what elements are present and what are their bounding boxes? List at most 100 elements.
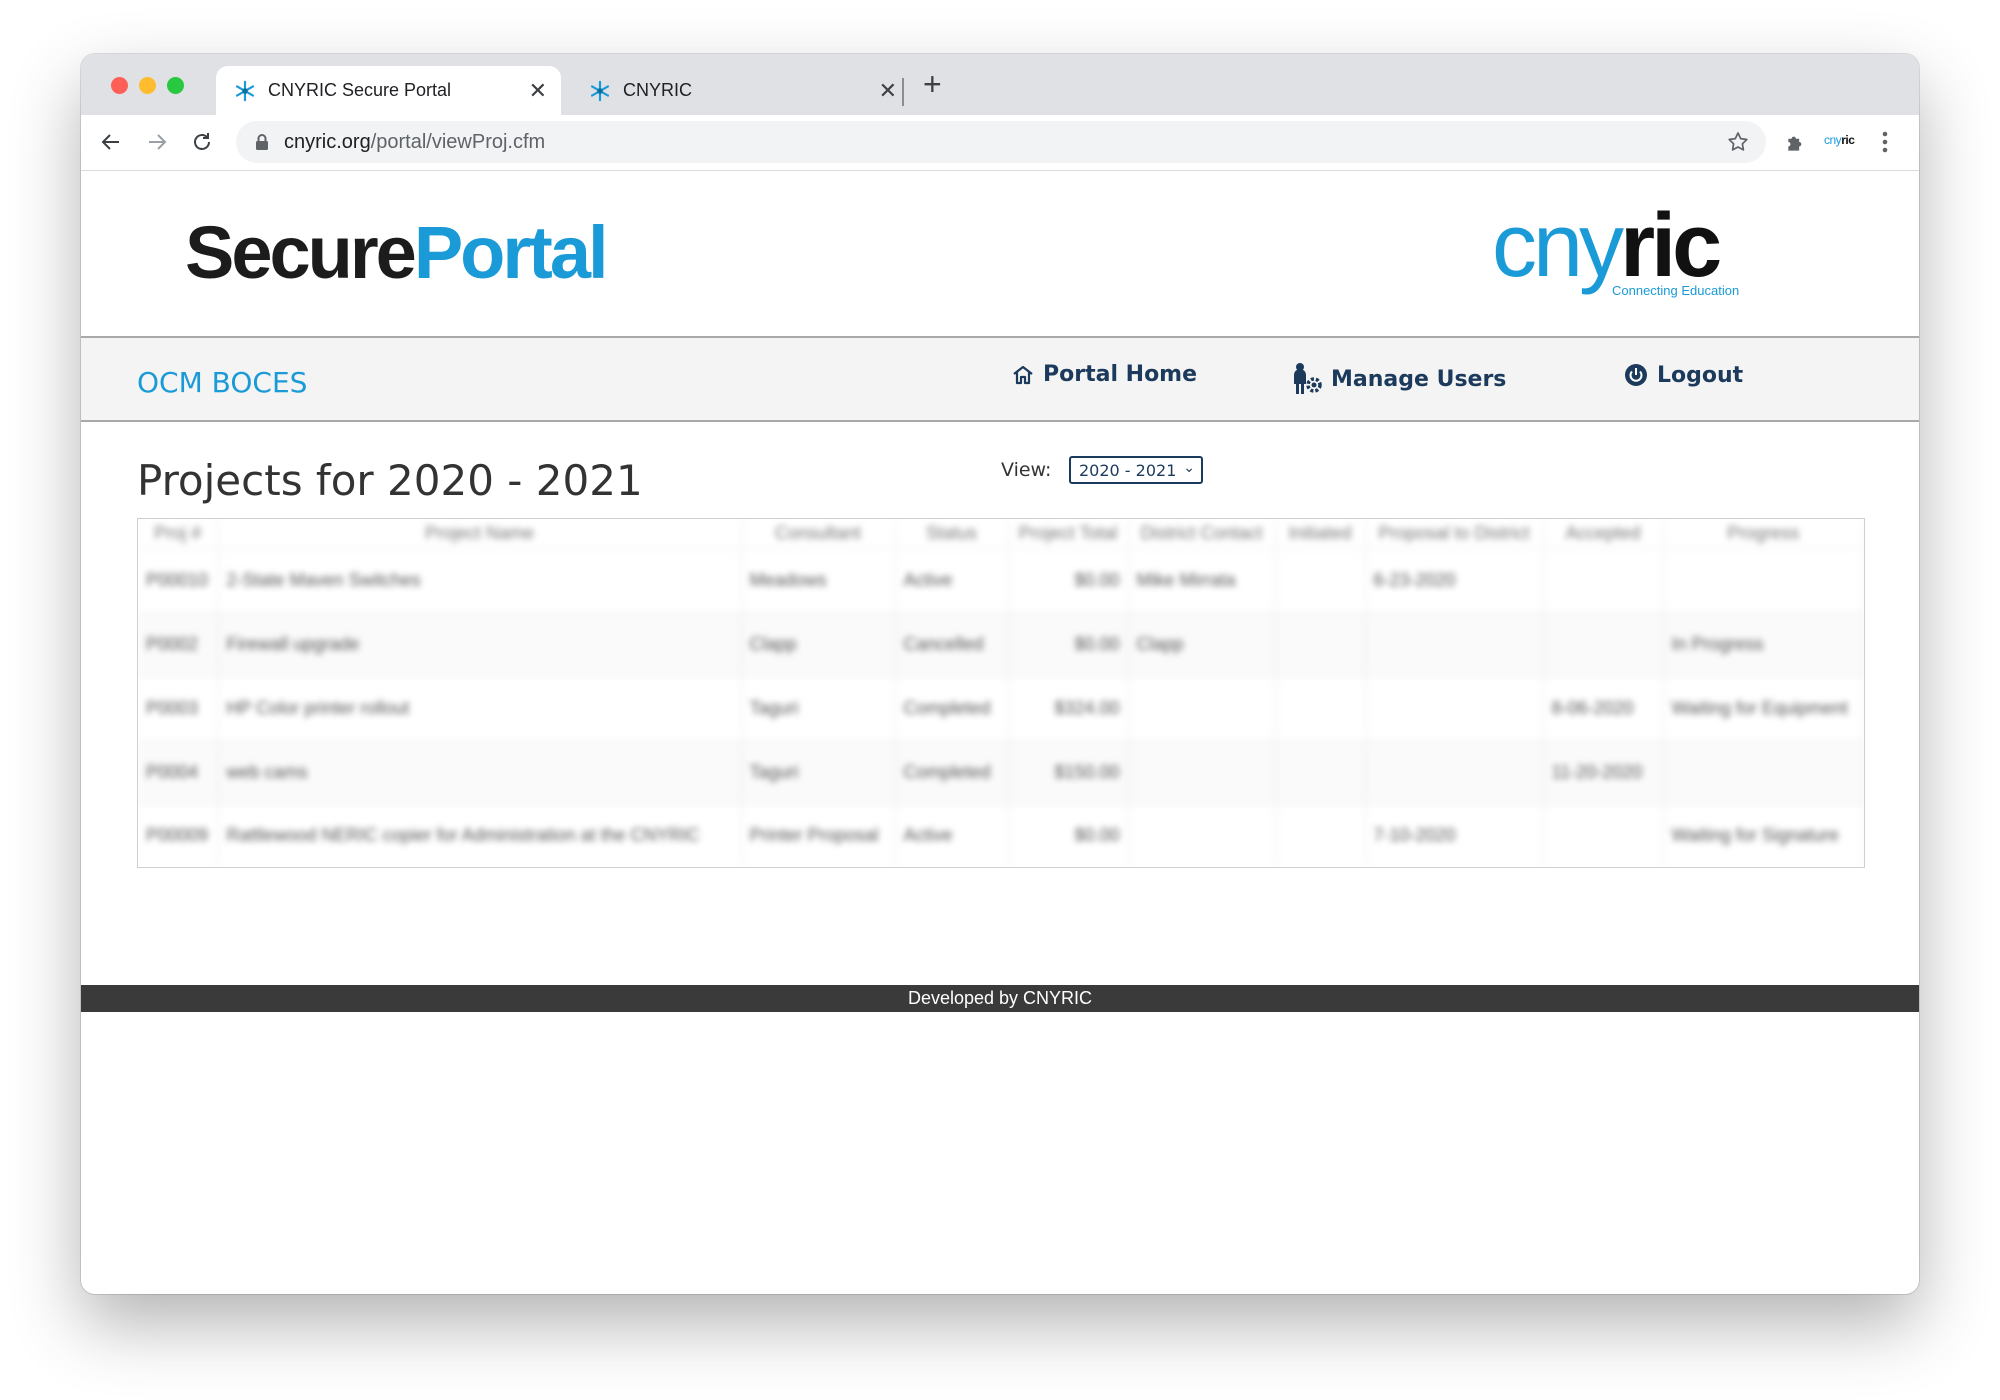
portal-home-link[interactable]: Portal Home — [1011, 362, 1197, 387]
table-cell: Taguri — [741, 675, 896, 741]
forward-button[interactable] — [143, 128, 171, 156]
table-cell: Completed — [895, 675, 1009, 741]
table-cell — [1275, 611, 1366, 677]
table-cell: 2-State Maven Switches — [218, 548, 742, 613]
browser-toolbar: cnyric.org/portal/viewProj.cfm cnyric — [81, 115, 1919, 171]
table-cell: 8-06-2020 — [1543, 675, 1664, 741]
minimize-window-button[interactable] — [139, 77, 156, 94]
new-tab-button[interactable]: + — [923, 68, 942, 100]
table-cell: web cams — [218, 739, 742, 805]
table-cell — [1543, 611, 1664, 677]
table-cell: Clapp — [741, 611, 896, 677]
user-gear-icon — [1294, 363, 1322, 394]
maximize-window-button[interactable] — [167, 77, 184, 94]
table-cell[interactable]: P0002 — [138, 611, 219, 677]
more-menu-icon[interactable] — [1880, 128, 1890, 156]
table-cell — [1128, 803, 1276, 867]
column-header[interactable]: Consultant — [741, 519, 896, 549]
arrow-left-icon — [101, 134, 119, 150]
reload-icon — [194, 133, 210, 150]
column-header[interactable]: Initiated — [1275, 519, 1366, 549]
extensions-puzzle-icon[interactable] — [1784, 129, 1810, 155]
table-cell: Active — [895, 803, 1009, 867]
lock-icon — [256, 134, 268, 150]
reload-button[interactable] — [188, 128, 216, 156]
table-cell: Waiting for Equipment — [1663, 675, 1864, 741]
table-cell — [1543, 803, 1664, 867]
table-cell[interactable]: P0003 — [138, 675, 219, 741]
table-cell: In Progress — [1663, 611, 1864, 677]
projects-table-container: Proj # Project Name Consultant Status Pr… — [137, 518, 1865, 868]
table-cell — [1365, 611, 1544, 677]
table-cell — [1365, 675, 1544, 741]
chevron-down-icon: ⌄ — [1183, 460, 1195, 476]
table-cell — [1128, 675, 1276, 741]
table-row[interactable]: P00009 Rattlewood NERIC copier for Admin… — [138, 803, 1864, 867]
projects-table: Proj # Project Name Consultant Status Pr… — [138, 519, 1864, 867]
column-header[interactable]: Proposal to District — [1365, 519, 1544, 549]
tab-separator — [902, 78, 904, 106]
close-tab-icon[interactable]: ✕ — [529, 79, 547, 102]
table-cell[interactable]: P0004 — [138, 739, 219, 805]
table-cell[interactable]: P00009 — [138, 803, 219, 867]
table-cell — [1543, 548, 1664, 613]
column-header[interactable]: Status — [895, 519, 1009, 549]
page-footer: Developed by CNYRIC — [81, 985, 1919, 1012]
table-row[interactable]: P0003 HP Color printer rollout Taguri Co… — [138, 675, 1864, 741]
table-cell[interactable]: P00010 — [138, 548, 219, 613]
table-cell: Taguri — [741, 739, 896, 805]
browser-window: CNYRIC Secure Portal ✕ CNYRIC ✕ + cnyric… — [81, 54, 1919, 1294]
table-cell: Mike Mirrata — [1128, 548, 1276, 613]
logout-link[interactable]: Logout — [1623, 362, 1743, 388]
tab-strip: CNYRIC Secure Portal ✕ CNYRIC ✕ + — [81, 54, 1919, 115]
column-header[interactable]: Project Total — [1008, 519, 1129, 549]
tab-title: CNYRIC — [623, 80, 693, 100]
arrow-right-icon — [149, 134, 167, 150]
table-cell: HP Color printer rollout — [218, 675, 742, 741]
brand-header: SecurePortal cnyric Connecting Education — [81, 171, 1919, 336]
url-path: /portal/viewProj.cfm — [370, 130, 546, 153]
year-view-select[interactable]: 2020 - 2021 ⌄ — [1069, 456, 1203, 484]
table-cell: Firewall upgrade — [218, 611, 742, 677]
page-title: Projects for 2020 - 2021 — [137, 456, 643, 505]
table-cell: $0.00 — [1008, 611, 1129, 677]
close-window-button[interactable] — [111, 77, 128, 94]
table-cell: $0.00 — [1008, 803, 1129, 867]
column-header[interactable]: Progress — [1663, 519, 1864, 549]
table-cell — [1663, 548, 1864, 613]
table-cell — [1128, 739, 1276, 805]
bookmark-star-icon[interactable] — [1726, 130, 1750, 154]
cnyric-extension-icon[interactable]: cnyric — [1824, 133, 1855, 147]
tab-cnyric-secure-portal[interactable]: CNYRIC Secure Portal ✕ — [216, 66, 561, 115]
table-cell: $324.00 — [1008, 675, 1129, 741]
manage-users-link[interactable]: Manage Users — [1293, 362, 1506, 396]
column-header[interactable]: District Contact — [1128, 519, 1276, 549]
table-cell — [1275, 548, 1366, 613]
view-label: View: — [1001, 459, 1052, 481]
tab-cnyric[interactable]: CNYRIC ✕ — [571, 66, 911, 115]
url-domain: cnyric.org — [284, 130, 371, 153]
table-header-row: Proj # Project Name Consultant Status Pr… — [138, 519, 1864, 549]
table-cell: Cancelled — [895, 611, 1009, 677]
close-tab-icon[interactable]: ✕ — [879, 79, 897, 102]
column-header[interactable]: Project Name — [218, 519, 742, 549]
table-cell — [1365, 739, 1544, 805]
table-cell: Printer Proposal — [741, 803, 896, 867]
snowflake-icon — [235, 80, 255, 101]
table-row[interactable]: P0004 web cams Taguri Completed $150.00 … — [138, 739, 1864, 805]
table-row[interactable]: P0002 Firewall upgrade Clapp Cancelled $… — [138, 611, 1864, 677]
column-header[interactable]: Accepted — [1543, 519, 1664, 549]
table-row[interactable]: P00010 2-State Maven Switches Meadows Ac… — [138, 548, 1864, 613]
back-button[interactable] — [97, 128, 125, 156]
address-bar[interactable]: cnyric.org/portal/viewProj.cfm — [236, 121, 1766, 163]
table-cell: Clapp — [1128, 611, 1276, 677]
table-cell — [1663, 739, 1864, 805]
cnyric-tagline: Connecting Education — [1612, 283, 1740, 298]
portal-navbar: OCM BOCES Portal Home Manage Users Logou… — [81, 336, 1919, 422]
table-cell: Active — [895, 548, 1009, 613]
power-icon — [1625, 364, 1647, 386]
table-cell — [1275, 739, 1366, 805]
table-cell: $0.00 — [1008, 548, 1129, 613]
column-header[interactable]: Proj # — [138, 519, 219, 549]
tab-title: CNYRIC Secure Portal — [268, 80, 452, 100]
